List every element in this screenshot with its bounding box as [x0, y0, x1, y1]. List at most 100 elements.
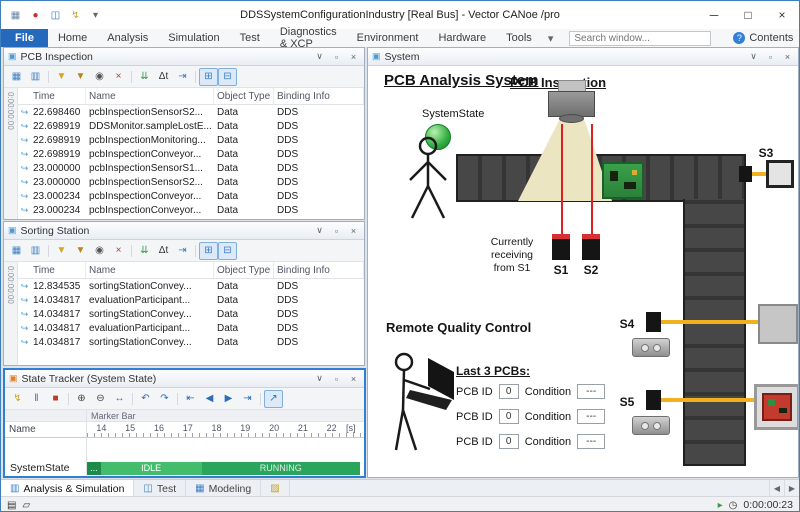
- chevron-down-icon[interactable]: ∨: [313, 225, 326, 236]
- maximize-button[interactable]: □: [731, 1, 765, 29]
- state-tracker-panel-header[interactable]: ▣ State Tracker (System State) ∨ ▫ ×: [5, 370, 364, 388]
- ribbon-more-icon[interactable]: ▾: [542, 29, 560, 47]
- close-icon[interactable]: ×: [347, 52, 360, 62]
- float-icon[interactable]: ▫: [330, 374, 343, 384]
- delta-time-icon[interactable]: Δt: [154, 242, 173, 260]
- pause-icon[interactable]: ‖: [27, 390, 46, 408]
- sorting-station-panel-header[interactable]: ▣ Sorting Station ∨ ▫ ×: [4, 222, 364, 240]
- trace-row[interactable]: ↪22.698919DDSMonitor.sampleLostE...DataD…: [18, 119, 364, 133]
- capl-icon[interactable]: ▤: [7, 500, 16, 511]
- column-object-type[interactable]: Object Type: [214, 88, 274, 104]
- ribbon-tab-simulation[interactable]: Simulation: [158, 29, 229, 47]
- float-icon[interactable]: ▫: [764, 52, 777, 62]
- redo-icon[interactable]: ↷: [155, 390, 174, 408]
- close-icon[interactable]: ×: [347, 374, 360, 384]
- monitor-icon[interactable]: ◫: [46, 6, 65, 24]
- trace-row[interactable]: ↪23.000234pcbInspectionConveyor...DataDD…: [18, 189, 364, 203]
- trace-row[interactable]: ↪22.698919pcbInspectionConveyor...DataDD…: [18, 147, 364, 161]
- tree-view-icon[interactable]: ⊟: [218, 68, 237, 86]
- chevron-down-icon[interactable]: ∨: [747, 51, 760, 62]
- zoom-fit-icon[interactable]: ↔: [110, 390, 129, 408]
- trace-row[interactable]: ↪22.698919pcbInspectionMonitoring...Data…: [18, 133, 364, 147]
- chevron-down-icon[interactable]: ∨: [313, 51, 326, 62]
- trace-column-headers[interactable]: Time Name Object Type Binding Info: [18, 262, 364, 279]
- flash-icon[interactable]: ↯: [8, 390, 27, 408]
- autoscroll-icon[interactable]: ⇊: [135, 242, 154, 260]
- search-input[interactable]: [569, 31, 711, 46]
- columns-icon[interactable]: ▦: [7, 68, 26, 86]
- trace-column-headers[interactable]: Time Name Object Type Binding Info: [18, 88, 364, 105]
- trace-row[interactable]: ↪14.034817evaluationParticipant...DataDD…: [18, 293, 364, 307]
- column-name[interactable]: Name: [86, 88, 214, 104]
- window-layout-icon[interactable]: ▦: [6, 6, 25, 24]
- prev-event-icon[interactable]: ◀: [200, 390, 219, 408]
- systemstate-track[interactable]: ...IDLERUNNING: [87, 460, 364, 476]
- tab-analysis-simulation[interactable]: ▥ Analysis & Simulation: [1, 480, 134, 497]
- scroll-left-button[interactable]: ◀: [769, 480, 784, 497]
- flash-icon[interactable]: ↯: [66, 6, 85, 24]
- trace-row[interactable]: ↪22.698460pcbInspectionSensorS2...DataDD…: [18, 105, 364, 119]
- statistics-icon[interactable]: ▥: [26, 68, 45, 86]
- zoom-in-icon[interactable]: ⊕: [72, 390, 91, 408]
- time-scale-strip[interactable]: 0:00:00:00: [4, 262, 18, 365]
- chart-mode-icon[interactable]: ↗: [264, 390, 283, 408]
- trace-row[interactable]: ↪14.034817evaluationParticipant...DataDD…: [18, 321, 364, 335]
- ribbon-tab-test[interactable]: Test: [230, 29, 270, 47]
- time-ruler[interactable]: 141516171819202122 [s]: [87, 422, 364, 438]
- scroll-right-button[interactable]: ▶: [784, 480, 799, 497]
- find-icon[interactable]: ◉: [90, 242, 109, 260]
- ribbon-tab-tools[interactable]: Tools: [496, 29, 542, 47]
- record-icon[interactable]: ●: [26, 6, 45, 24]
- close-icon[interactable]: ×: [347, 226, 360, 236]
- tab-modeling[interactable]: ▦ Modeling: [186, 480, 261, 497]
- statistics-icon[interactable]: ▥: [26, 242, 45, 260]
- trace-row[interactable]: ↪14.034817sortingStationConvey...DataDDS: [18, 335, 364, 349]
- column-object-type[interactable]: Object Type: [214, 262, 274, 278]
- goto-icon[interactable]: ⇥: [173, 242, 192, 260]
- filter-icon[interactable]: ▼: [52, 68, 71, 86]
- trace-row[interactable]: ↪23.000000pcbInspectionSensorS2...DataDD…: [18, 175, 364, 189]
- goto-icon[interactable]: ⇥: [173, 68, 192, 86]
- system-panel-header[interactable]: ▣ System ∨ ▫ ×: [368, 48, 798, 66]
- chevron-down-icon[interactable]: ∨: [313, 373, 326, 384]
- fixed-view-icon[interactable]: ⊞: [199, 68, 218, 86]
- record-icon[interactable]: ■: [46, 390, 65, 408]
- trace-row[interactable]: ↪14.034817sortingStationConvey...DataDDS: [18, 307, 364, 321]
- new-tab-button[interactable]: ▨: [261, 480, 289, 497]
- systemstate-row-label[interactable]: SystemState: [5, 460, 87, 476]
- minimize-button[interactable]: ─: [697, 1, 731, 29]
- column-binding-info[interactable]: Binding Info: [274, 262, 364, 278]
- marker-bar[interactable]: Marker Bar: [87, 410, 364, 422]
- ribbon-tab-hardware[interactable]: Hardware: [428, 29, 496, 47]
- close-button[interactable]: ×: [765, 1, 799, 29]
- zoom-out-icon[interactable]: ⊖: [91, 390, 110, 408]
- filter-icon[interactable]: ▼: [52, 242, 71, 260]
- float-icon[interactable]: ▫: [330, 226, 343, 236]
- ribbon-tab-file[interactable]: File: [1, 29, 48, 47]
- float-icon[interactable]: ▫: [330, 52, 343, 62]
- next-event-icon[interactable]: ▶: [219, 390, 238, 408]
- jump-end-icon[interactable]: ⇥: [238, 390, 257, 408]
- clear-icon[interactable]: ×: [109, 68, 128, 86]
- pcb-inspection-panel-header[interactable]: ▣ PCB Inspection ∨ ▫ ×: [4, 48, 364, 66]
- tab-test[interactable]: ◫ Test: [134, 480, 186, 497]
- autoscroll-icon[interactable]: ⇊: [135, 68, 154, 86]
- delta-time-icon[interactable]: Δt: [154, 68, 173, 86]
- trace-row[interactable]: ↪12.834535sortingStationConvey...DataDDS: [18, 279, 364, 293]
- contents-button[interactable]: ? Contents: [733, 29, 793, 47]
- tree-view-icon[interactable]: ⊟: [218, 242, 237, 260]
- filter-edit-icon[interactable]: ▼: [71, 242, 90, 260]
- write-window-icon[interactable]: ▱: [22, 500, 30, 511]
- jump-start-icon[interactable]: ⇤: [181, 390, 200, 408]
- ribbon-tab-environment[interactable]: Environment: [347, 29, 429, 47]
- trace-row[interactable]: ↪23.000000pcbInspectionSensorS1...DataDD…: [18, 161, 364, 175]
- undo-icon[interactable]: ↶: [136, 390, 155, 408]
- fixed-view-icon[interactable]: ⊞: [199, 242, 218, 260]
- column-binding-info[interactable]: Binding Info: [274, 88, 364, 104]
- quick-access-dropdown-icon[interactable]: ▾: [86, 6, 105, 24]
- ribbon-tab-diagnostics-xcp[interactable]: Diagnostics & XCP: [270, 29, 347, 47]
- ribbon-tab-home[interactable]: Home: [48, 29, 97, 47]
- column-name[interactable]: Name: [86, 262, 214, 278]
- close-icon[interactable]: ×: [781, 52, 794, 62]
- trace-row[interactable]: ↪23.000234pcbInspectionConveyor...DataDD…: [18, 203, 364, 217]
